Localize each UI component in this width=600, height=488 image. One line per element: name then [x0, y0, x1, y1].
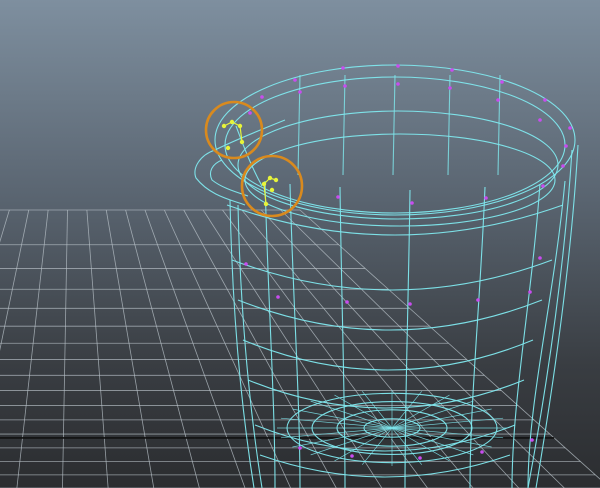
body-right-edge-outer	[535, 144, 579, 488]
mesh-vertex[interactable]	[343, 84, 347, 88]
grid-line	[105, 209, 155, 488]
mesh-vertex[interactable]	[276, 295, 280, 299]
grid-line	[280, 209, 565, 488]
mesh-vertex[interactable]	[561, 164, 565, 168]
mesh-vertex[interactable]	[410, 201, 414, 205]
back-wall-loop	[447, 74, 451, 176]
rim-inner-ring	[237, 110, 559, 220]
mesh-vertex[interactable]	[345, 300, 349, 304]
mesh-vertex[interactable]	[396, 82, 400, 86]
selected-vertex[interactable]	[225, 145, 231, 151]
mesh-vertex[interactable]	[244, 262, 248, 266]
body-ring	[231, 259, 553, 291]
grid-line	[0, 209, 30, 351]
body-ring	[237, 299, 543, 331]
grid-line	[0, 209, 10, 243]
spout-top-vertices-ring	[204, 100, 264, 160]
mesh-vertex[interactable]	[538, 118, 542, 122]
mesh-vertex[interactable]	[336, 195, 340, 199]
mesh-vertex[interactable]	[448, 86, 452, 90]
mesh-vertex[interactable]	[480, 450, 484, 454]
back-wall-loop	[342, 74, 346, 176]
body-ring	[259, 454, 511, 478]
mesh-vertex[interactable]	[408, 302, 412, 306]
mesh-vertex[interactable]	[564, 144, 568, 148]
grid-line	[16, 209, 49, 488]
cup-wireframe-mesh[interactable]	[194, 64, 579, 488]
bottom-radial-edge	[280, 427, 393, 439]
mesh-vertex[interactable]	[476, 298, 480, 302]
grid-line	[183, 209, 337, 488]
mesh-vertex[interactable]	[418, 456, 422, 460]
rim-inner-lower-ring	[244, 133, 556, 227]
selected-vertex[interactable]	[269, 187, 275, 193]
mesh-vertex[interactable]	[568, 126, 572, 130]
back-wall-loop	[392, 74, 396, 176]
mesh-vertex[interactable]	[396, 64, 400, 68]
viewport-canvas[interactable]	[0, 0, 600, 488]
back-wall-loop	[297, 74, 301, 176]
mesh-vertex[interactable]	[541, 184, 545, 188]
mesh-vertex[interactable]	[293, 78, 297, 82]
mesh-vertex[interactable]	[248, 111, 252, 115]
body-ring	[247, 379, 525, 409]
mesh-vertex[interactable]	[543, 98, 547, 102]
mesh-vertex[interactable]	[341, 66, 345, 70]
mesh-vertex[interactable]	[350, 454, 354, 458]
mesh-vertex[interactable]	[484, 196, 488, 200]
body-vertical-loop	[289, 183, 301, 488]
body-left-edge-outer	[229, 199, 255, 488]
mesh-vertices[interactable]	[244, 64, 572, 460]
body-vertical-loop	[469, 186, 486, 488]
back-wall-loop	[497, 74, 501, 176]
mesh-vertex[interactable]	[500, 80, 504, 84]
body-ring	[242, 339, 534, 371]
mesh-vertex[interactable]	[298, 90, 302, 94]
mesh-vertex[interactable]	[298, 446, 302, 450]
grid-line	[62, 209, 68, 488]
3d-viewport[interactable]	[0, 0, 600, 488]
mesh-vertex[interactable]	[450, 68, 454, 72]
bottom-radial-edge	[391, 427, 504, 439]
mesh-vertex[interactable]	[538, 256, 542, 260]
mesh-vertex[interactable]	[528, 290, 532, 294]
mesh-vertex[interactable]	[530, 438, 534, 442]
mesh-vertex[interactable]	[496, 98, 500, 102]
grid-line	[125, 209, 200, 488]
body-ring	[226, 204, 564, 236]
grid-line	[86, 209, 109, 488]
mesh-vertex[interactable]	[260, 95, 264, 99]
